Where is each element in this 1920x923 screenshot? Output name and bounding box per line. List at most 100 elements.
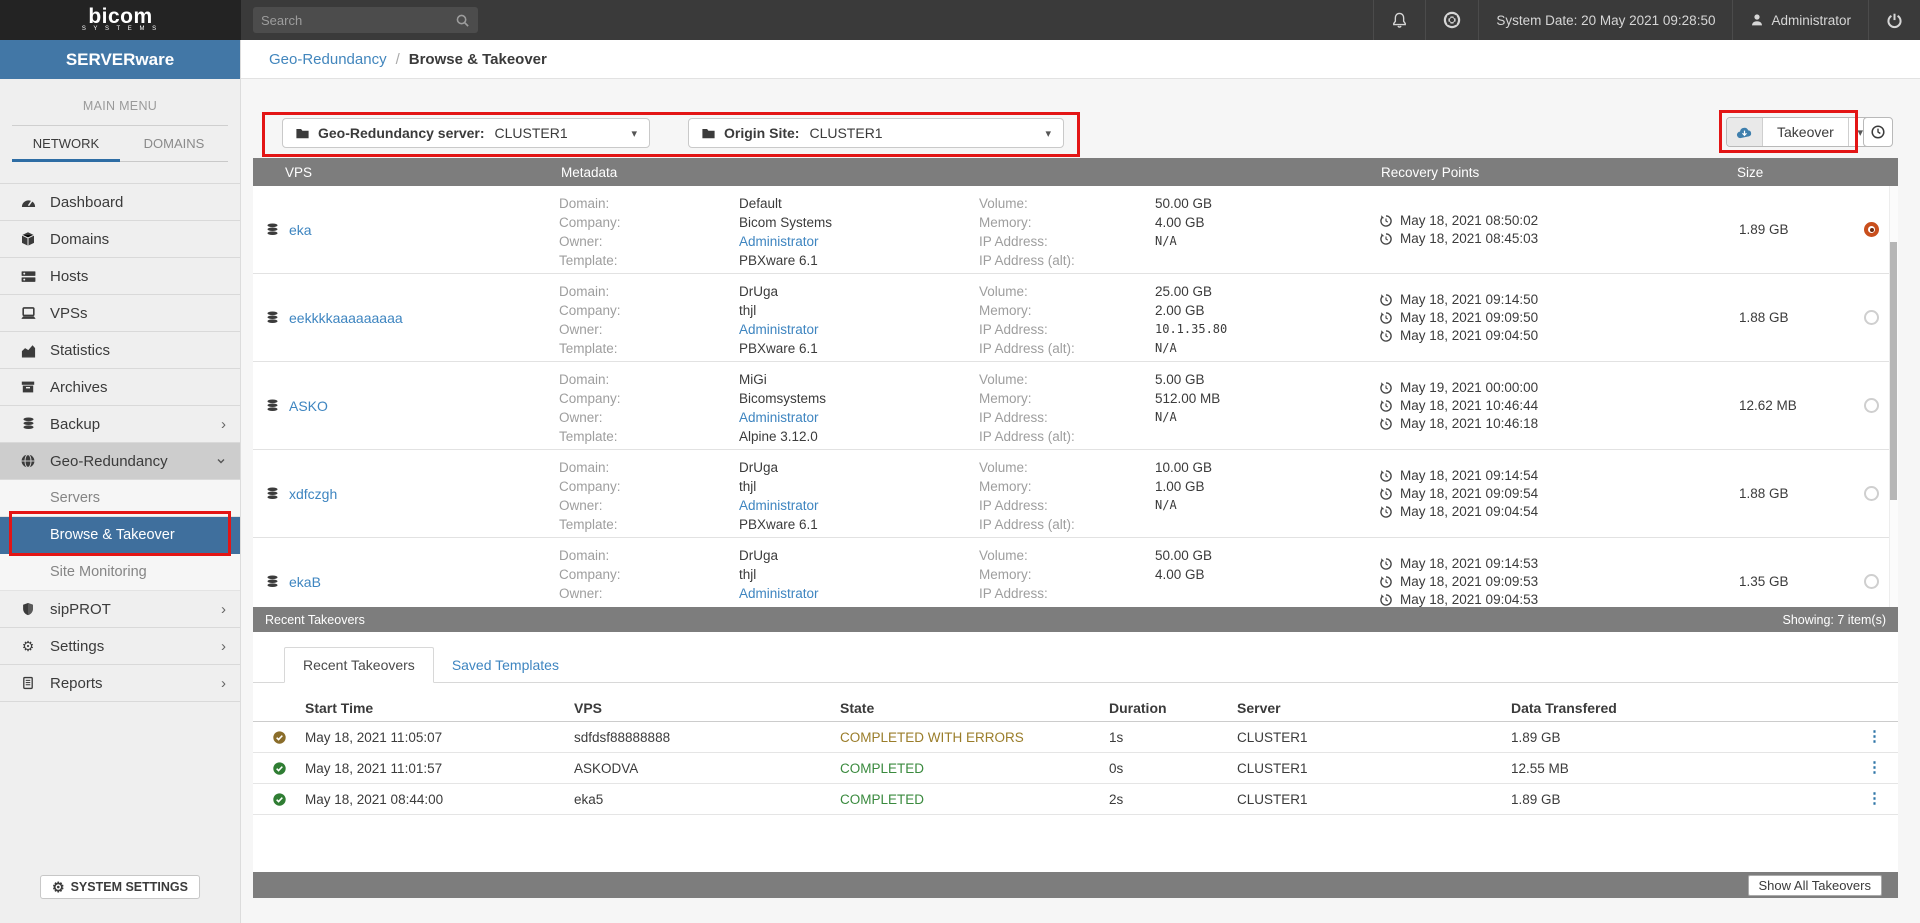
chevron-right-icon: ›: [221, 638, 226, 655]
vps-row: ekaB Domain:Company:Owner:Template: DrUg…: [253, 538, 1898, 607]
logout-button[interactable]: [1869, 0, 1920, 40]
takeover-state: COMPLETED: [840, 792, 1109, 807]
geo-redundancy-server-dropdown[interactable]: Geo-Redundancy server: CLUSTER1 ▾: [282, 118, 650, 148]
vps-name-link[interactable]: ASKO: [289, 398, 328, 414]
notifications-button[interactable]: [1374, 0, 1425, 40]
vps-name-link[interactable]: xdfczgh: [289, 486, 337, 502]
origin-site-dropdown[interactable]: Origin Site: CLUSTER1 ▾: [688, 118, 1064, 148]
vps-name-link[interactable]: eekkkkaaaaaaaaa: [289, 310, 403, 326]
recovery-points: May 18, 2021 08:50:02 May 18, 2021 08:45…: [1379, 186, 1735, 273]
row-actions-kebab-icon[interactable]: ⋮: [1851, 794, 1898, 804]
column-header-duration: Duration: [1109, 700, 1237, 716]
recovery-points: May 19, 2021 00:00:00 May 18, 2021 10:46…: [1379, 362, 1735, 449]
tab-saved-templates[interactable]: Saved Templates: [434, 648, 577, 682]
column-header-vps: VPS: [574, 700, 840, 716]
owner-link[interactable]: Administrator: [739, 410, 819, 425]
vps-size: 12.62 MB: [1735, 362, 1845, 449]
vps-icon: [265, 310, 280, 326]
sidebar-item-settings[interactable]: ⚙ Settings ›: [0, 628, 240, 665]
metadata-values: 50.00 GB4.00 GBN/A: [1155, 186, 1379, 273]
sidebar-subitem-label: Servers: [50, 490, 100, 506]
sidebar-item-domains[interactable]: Domains: [0, 221, 240, 258]
app-title: SERVERware: [0, 40, 240, 79]
sidebar-item-archives[interactable]: Archives: [0, 369, 240, 406]
caret-down-icon: ▾: [631, 127, 637, 140]
takeover-vps: ASKODVA: [574, 761, 840, 776]
history-icon: [1379, 329, 1393, 343]
sidebar-item-statistics[interactable]: Statistics: [0, 332, 240, 369]
sidebar-item-label: Statistics: [50, 342, 226, 359]
takeover-server: CLUSTER1: [1237, 792, 1511, 807]
scrollbar-thumb[interactable]: [1890, 242, 1897, 500]
laptop-icon: [18, 305, 38, 322]
sidebar-subitem-servers[interactable]: Servers: [0, 480, 240, 517]
gauge-icon: [18, 194, 38, 211]
takeover-state: COMPLETED WITH ERRORS: [840, 730, 1109, 745]
sidebar-item-vpss[interactable]: VPSs: [0, 295, 240, 332]
vps-select-radio[interactable]: [1864, 574, 1879, 589]
sidebar-item-sipprot[interactable]: sipPROT ›: [0, 591, 240, 628]
system-date: System Date: 20 May 2021 09:28:50: [1479, 0, 1732, 40]
column-header-size: Size: [1735, 165, 1898, 180]
sidebar-item-dashboard[interactable]: Dashboard: [0, 184, 240, 221]
sidebar-item-reports[interactable]: Reports ›: [0, 665, 240, 702]
vps-name-link[interactable]: ekaB: [289, 574, 321, 590]
vps-name-link[interactable]: eka: [289, 222, 312, 238]
vps-select-radio[interactable]: [1864, 398, 1879, 413]
metadata-values: MiGiBicomsystemsAdministratorAlpine 3.12…: [739, 362, 979, 449]
takeover-split-button: Takeover ▾: [1726, 117, 1873, 147]
sidebar-item-geo-redundancy[interactable]: Geo-Redundancy: [0, 443, 240, 480]
status-success-icon: [253, 792, 305, 807]
sidebar-subitem-label: Browse & Takeover: [50, 527, 175, 543]
vps-select-radio[interactable]: [1864, 222, 1879, 237]
tab-network[interactable]: NETWORK: [12, 126, 120, 162]
user-name: Administrator: [1771, 13, 1851, 28]
vps-select-radio[interactable]: [1864, 486, 1879, 501]
breadcrumb-parent-link[interactable]: Geo-Redundancy: [269, 51, 387, 68]
gears-icon: ⚙: [18, 639, 38, 653]
column-header-metadata: Metadata: [559, 165, 1379, 180]
user-menu[interactable]: Administrator: [1733, 0, 1868, 40]
takeover-row: May 18, 2021 11:01:57 ASKODVA COMPLETED …: [253, 753, 1898, 784]
search-icon[interactable]: [455, 13, 470, 28]
metadata-labels: Domain:Company:Owner:Template:: [559, 274, 739, 361]
sidebar-subitem-site-monitoring[interactable]: Site Monitoring: [0, 554, 240, 591]
takeover-start-time: May 18, 2021 11:05:07: [305, 730, 574, 745]
sidebar-item-hosts[interactable]: Hosts: [0, 258, 240, 295]
owner-link[interactable]: Administrator: [739, 498, 819, 513]
metadata-labels: Domain:Company:Owner:Template:: [559, 186, 739, 273]
support-button[interactable]: [1426, 0, 1478, 40]
sidebar-subitem-browse-takeover[interactable]: Browse & Takeover: [0, 517, 240, 554]
history-icon: [1379, 505, 1393, 519]
takeover-start-time: May 18, 2021 08:44:00: [305, 792, 574, 807]
show-all-takeovers-button[interactable]: Show All Takeovers: [1748, 875, 1883, 896]
chevron-right-icon: ›: [221, 416, 226, 433]
owner-link[interactable]: Administrator: [739, 322, 819, 337]
main-menu-heading: MAIN MENU: [0, 99, 240, 113]
owner-link[interactable]: Administrator: [739, 586, 819, 601]
power-icon: [1886, 12, 1903, 29]
sidebar-item-label: Hosts: [50, 268, 226, 285]
metadata-values: 25.00 GB2.00 GB10.1.35.80N/A: [1155, 274, 1379, 361]
history-icon: [1379, 487, 1393, 501]
vps-select-radio[interactable]: [1864, 310, 1879, 325]
search-input[interactable]: [261, 13, 455, 28]
bell-icon: [1391, 12, 1408, 29]
metadata-values: DefaultBicom SystemsAdministratorPBXware…: [739, 186, 979, 273]
history-icon: [1379, 214, 1393, 228]
sidebar-item-backup[interactable]: Backup ›: [0, 406, 240, 443]
tab-recent-takeovers[interactable]: Recent Takeovers: [284, 647, 434, 683]
vps-size: 1.35 GB: [1735, 538, 1845, 607]
owner-link[interactable]: Administrator: [739, 234, 819, 249]
row-actions-kebab-icon[interactable]: ⋮: [1851, 763, 1898, 773]
tab-domains[interactable]: DOMAINS: [120, 126, 228, 161]
history-icon: [1379, 293, 1393, 307]
sidebar-item-label: VPSs: [50, 305, 226, 322]
system-settings-button[interactable]: ⚙ SYSTEM SETTINGS: [40, 875, 200, 899]
takeover-history-button[interactable]: [1863, 117, 1893, 147]
row-actions-kebab-icon[interactable]: ⋮: [1851, 732, 1898, 742]
takeover-button[interactable]: Takeover: [1763, 118, 1848, 146]
takeover-icon-segment[interactable]: [1727, 118, 1763, 146]
column-header-data-transfered: Data Transfered: [1511, 700, 1851, 716]
bicom-logo: bicom S Y S T E M S: [0, 0, 241, 40]
